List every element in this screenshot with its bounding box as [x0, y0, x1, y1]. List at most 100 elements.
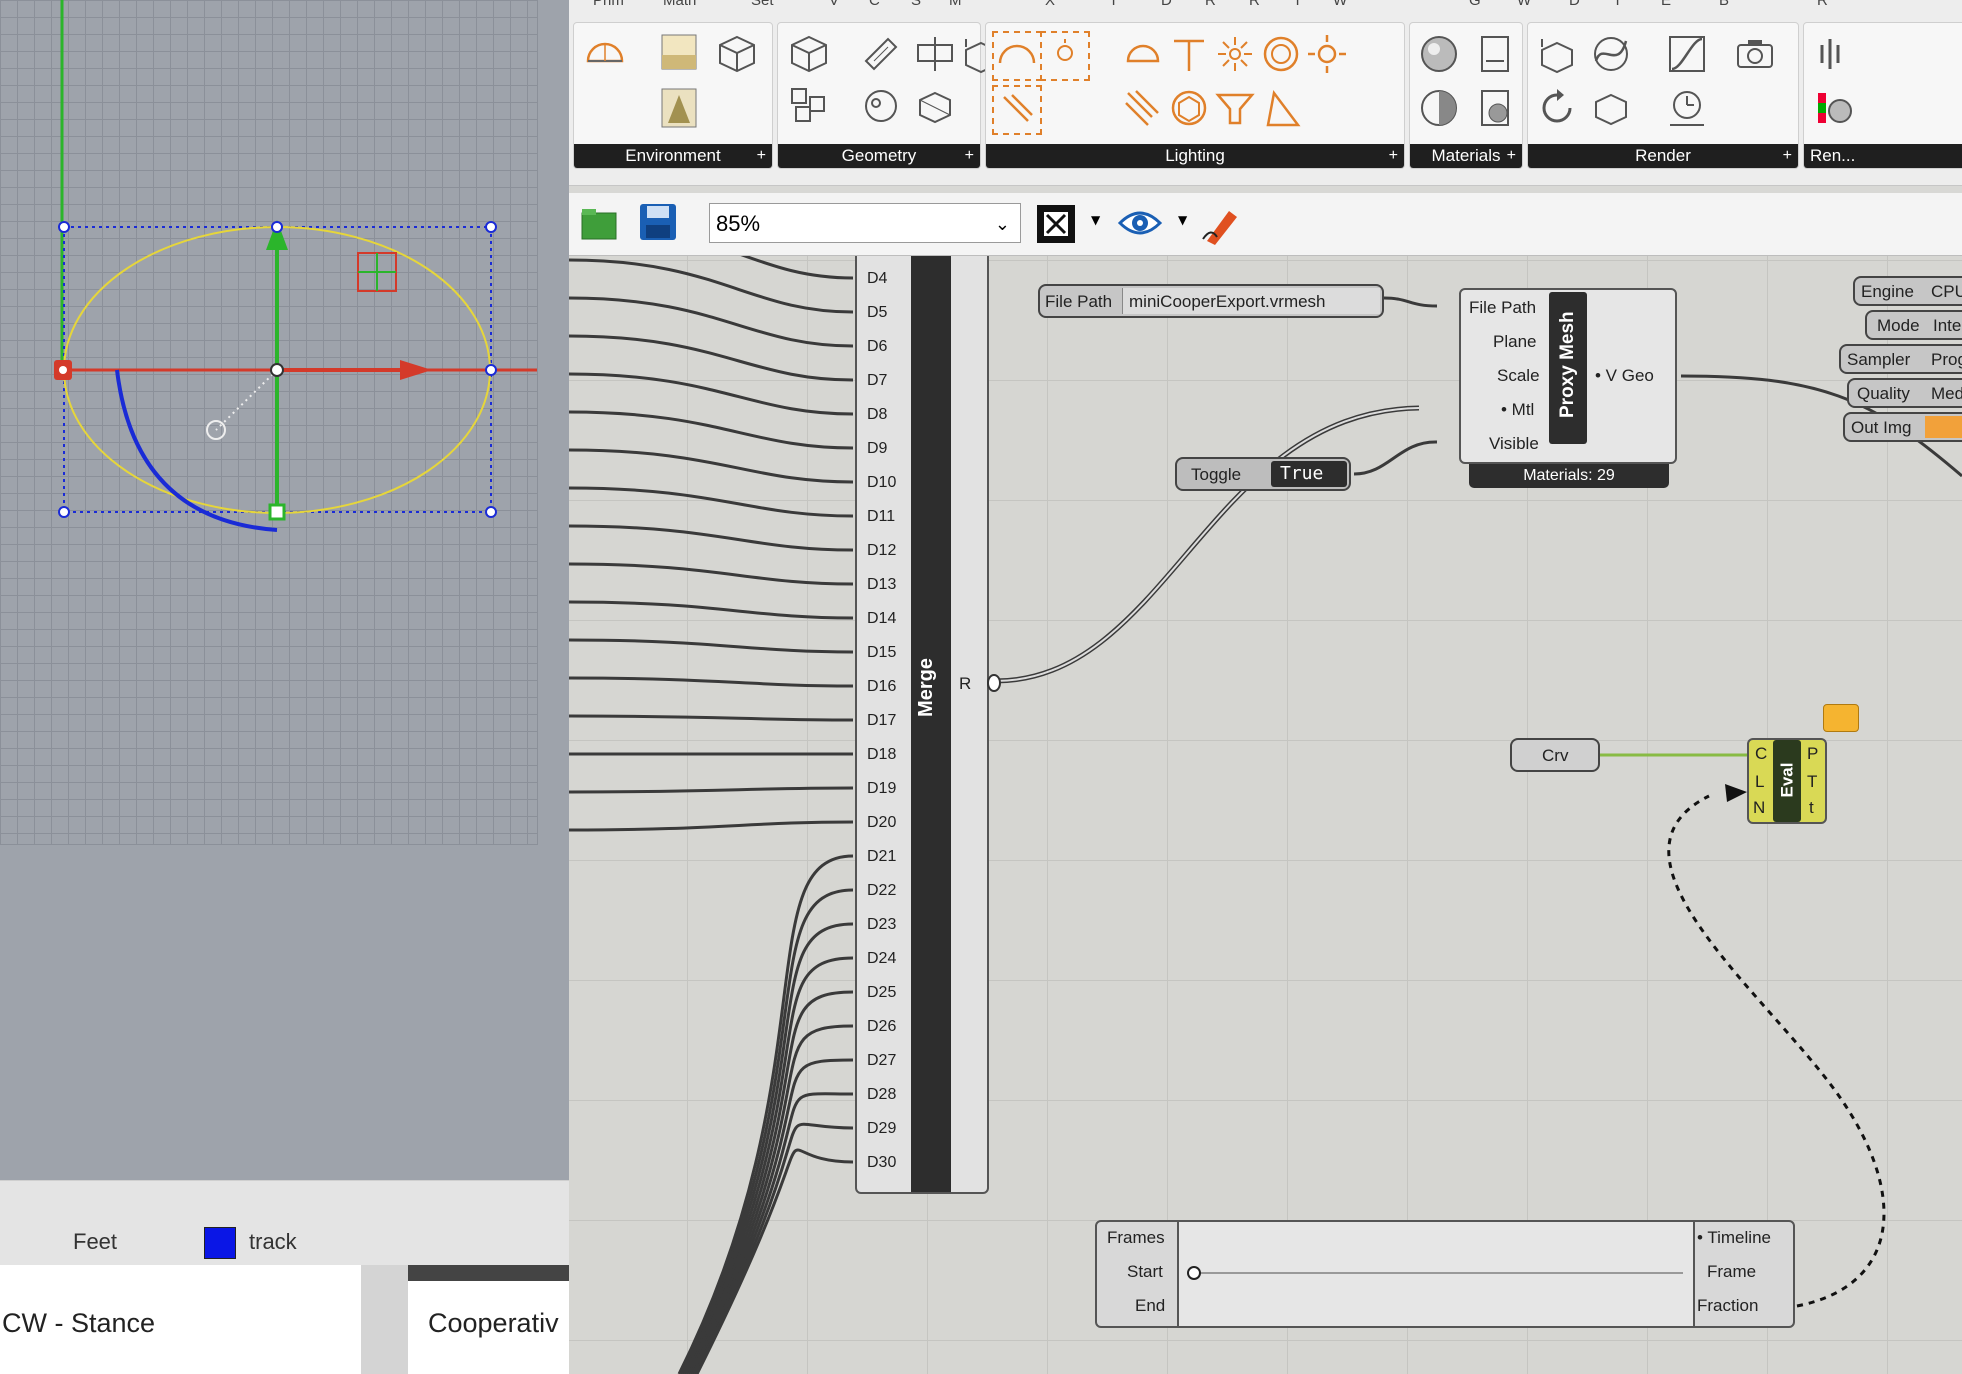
track-arc[interactable] [115, 369, 278, 532]
geometry-box-icon[interactable] [786, 31, 832, 77]
merge-input-port-label[interactable]: D15 [867, 644, 896, 662]
eval-output-t-param[interactable]: t [1809, 798, 1814, 818]
ribbon-tab[interactable]: M [949, 0, 962, 9]
merge-input-port-label[interactable]: D9 [867, 440, 887, 458]
merge-input-port-label[interactable]: D30 [867, 1154, 896, 1172]
doc-tab-stance[interactable]: CW - Stance [0, 1265, 361, 1374]
ribbon-tab[interactable]: S [911, 0, 921, 9]
units-label[interactable]: Feet [73, 1229, 117, 1255]
rect-light-icon[interactable] [1040, 31, 1090, 81]
proxy-input-scale[interactable]: Scale [1497, 366, 1540, 386]
doc-tab-cooperative[interactable]: Cooperativ [408, 1265, 569, 1374]
open-folder-icon[interactable] [579, 203, 619, 243]
rhino-viewport[interactable] [0, 0, 569, 1180]
proxy-input-plane[interactable]: Plane [1493, 332, 1536, 352]
portal-light-icon[interactable] [1258, 85, 1304, 131]
zoom-options-arrow-icon[interactable]: ▼ [1091, 213, 1100, 227]
merge-input-port-label[interactable]: D21 [867, 848, 896, 866]
instancer-icon[interactable] [786, 81, 832, 127]
gumball-center[interactable] [270, 363, 284, 377]
merge-output-port[interactable] [987, 674, 1001, 692]
ribbon-tab[interactable]: W [1517, 0, 1531, 9]
ribbon-tab[interactable]: X [1045, 0, 1055, 9]
environment-box-icon[interactable] [714, 31, 760, 77]
spot-light-icon[interactable] [1166, 31, 1212, 77]
gradient-env-icon[interactable] [656, 85, 702, 131]
render-param-out-img[interactable]: Out Img [1843, 412, 1962, 442]
mesh-light-icon[interactable] [1258, 31, 1304, 77]
timeline-clock-icon[interactable] [1664, 85, 1710, 131]
merge-input-port-label[interactable]: D27 [867, 1052, 896, 1070]
proxy-output-vgeo[interactable]: • V Geo [1595, 366, 1654, 386]
merge-input-port-label[interactable]: D7 [867, 372, 887, 390]
material-sphere-icon[interactable] [1416, 31, 1462, 77]
sun-light-icon[interactable] [1304, 31, 1350, 77]
ies-light-icon[interactable] [1120, 85, 1166, 131]
ribbon-tab[interactable]: Math [663, 0, 696, 9]
eval-input-c[interactable]: C [1755, 744, 1767, 764]
ribbon-tab[interactable]: T [1109, 0, 1118, 9]
render-param-quality[interactable]: Quality Med [1847, 378, 1962, 408]
merge-input-port-label[interactable]: D4 [867, 270, 887, 288]
ribbon-tab[interactable]: R [1205, 0, 1216, 9]
ribbon-tab[interactable]: R [1817, 0, 1828, 9]
merge-input-port-label[interactable]: D6 [867, 338, 887, 356]
ribbon-tab[interactable]: V [829, 0, 839, 9]
ribbon-tab[interactable]: D [1569, 0, 1580, 9]
render-param-sampler[interactable]: SamplerProg [1839, 344, 1962, 374]
viewport-gizmo[interactable] [0, 0, 569, 844]
ribbon-tab[interactable]: Set [751, 0, 774, 9]
ribbon-tab[interactable]: E [1661, 0, 1671, 9]
ribbon-tab[interactable]: C [869, 0, 880, 9]
proxy-input-visible[interactable]: Visible [1489, 434, 1539, 454]
color-picker-icon[interactable] [1810, 85, 1856, 131]
zoom-extents-icon[interactable] [1035, 203, 1077, 245]
timeline-input-end[interactable]: End [1135, 1296, 1165, 1316]
render-param-engine[interactable]: Engine CPU [1853, 276, 1962, 306]
preview-eye-icon[interactable] [1117, 205, 1163, 241]
timeline-slider-area[interactable] [1177, 1222, 1695, 1326]
timeline-component[interactable]: Frames Start End • Timeline Frame Fracti… [1095, 1220, 1795, 1328]
clipper-icon[interactable] [858, 83, 904, 129]
render-box-icon[interactable] [1534, 33, 1580, 79]
proxy-input-mtl[interactable]: • Mtl [1501, 400, 1534, 420]
merge-component[interactable]: D3D4D5D6D7D8D9D10D11D12D13D14D15D16D17D1… [855, 256, 989, 1194]
render-wand-icon[interactable] [1588, 31, 1634, 77]
camera-icon[interactable] [1732, 31, 1778, 77]
direct-light-icon[interactable] [992, 85, 1042, 135]
save-icon[interactable] [637, 201, 679, 243]
gumball-x-arrowhead[interactable] [400, 360, 432, 380]
animation-curve-icon[interactable] [1664, 31, 1710, 77]
merge-input-port-label[interactable]: D28 [867, 1086, 896, 1104]
render-param-mode[interactable]: Mode Inte [1865, 310, 1962, 340]
eval-output-t[interactable]: T [1807, 772, 1817, 792]
ribbon-tab[interactable]: W [1333, 0, 1347, 9]
material-half-icon[interactable] [1416, 85, 1462, 131]
toggle-value-box[interactable]: True [1271, 461, 1347, 487]
zoom-dropdown[interactable]: 85% ⌄ [709, 203, 1021, 243]
merge-input-port-label[interactable]: D11 [867, 508, 895, 526]
merge-input-port-label[interactable]: D22 [867, 882, 896, 900]
ribbon-tab[interactable]: B [1719, 0, 1729, 9]
merge-input-port-label[interactable]: D12 [867, 542, 896, 560]
omni-light-icon[interactable] [1212, 31, 1258, 77]
eval-input-n[interactable]: N [1753, 798, 1765, 818]
merge-input-port-label[interactable]: D23 [867, 916, 896, 934]
timeline-output-frame[interactable]: Frame [1707, 1262, 1756, 1282]
eval-input-l[interactable]: L [1755, 772, 1764, 792]
rotate-render-icon[interactable] [1534, 85, 1580, 131]
plane-geometry-icon[interactable] [912, 31, 958, 77]
merge-input-port-label[interactable]: D14 [867, 610, 896, 628]
file-path-param[interactable]: File Path miniCooperExport.vrmesh [1038, 284, 1384, 318]
layer-swatch[interactable] [204, 1227, 236, 1259]
crv-param[interactable]: Crv [1510, 738, 1600, 772]
ribbon-tab[interactable]: G [1469, 0, 1481, 9]
material-override-icon[interactable] [1472, 85, 1518, 131]
merge-input-port-label[interactable]: D8 [867, 406, 887, 424]
vfb-icon[interactable] [1810, 31, 1856, 77]
file-path-value-box[interactable]: miniCooperExport.vrmesh [1122, 288, 1380, 314]
merge-input-port-label[interactable]: D16 [867, 678, 896, 696]
light-select-icon[interactable] [1166, 85, 1212, 131]
merge-input-port-label[interactable]: D29 [867, 1120, 896, 1138]
timeline-input-frames[interactable]: Frames [1107, 1228, 1165, 1248]
